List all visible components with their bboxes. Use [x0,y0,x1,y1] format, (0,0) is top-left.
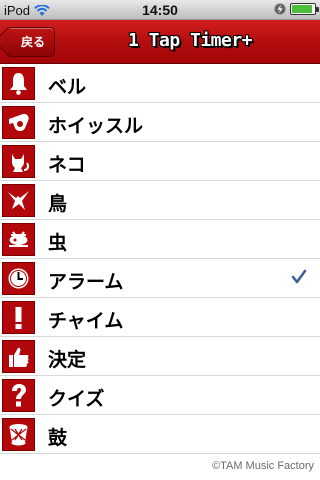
battery-icon [290,3,319,15]
bell-icon [2,67,35,100]
footer-credit: ©TAM Music Factory [211,460,314,472]
status-time: 14:50 [142,2,178,18]
list-item-label: チャイム [48,310,124,332]
list-item-label: 虫 [48,232,68,254]
list-item[interactable]: ベル [0,64,320,103]
list-item[interactable]: ネコ [0,142,320,181]
list-item[interactable]: 鼓 [0,415,320,454]
list-item[interactable]: ホイッスル [0,103,320,142]
whistle-icon [2,106,35,139]
question-icon [2,379,35,412]
list-item-label: 決定 [48,349,87,371]
battery-fill [292,5,312,13]
status-bar: iPod 14:50 [0,0,320,20]
back-button-label: 戻る [21,35,46,49]
list-item[interactable]: チャイム [0,298,320,337]
exclamation-icon [2,301,35,334]
list-item-label: 鼓 [48,427,68,449]
drum-icon [2,418,35,451]
list-item[interactable]: 決定 [0,337,320,376]
list-item[interactable]: 鳥 [0,181,320,220]
list-item-label: クイズ [48,388,105,410]
bird-icon [2,184,35,217]
list-item-label: アラーム [48,271,124,293]
sound-list: ベルホイッスルネコ鳥虫アラームチャイム決定クイズ鼓 [0,64,320,454]
back-button[interactable]: 戻る [6,27,56,57]
page-title: 1 Tap Timer+ [127,30,253,51]
list-item[interactable]: 虫 [0,220,320,259]
alarm-clock-icon [2,262,35,295]
charging-icon [274,3,286,15]
status-right [274,3,319,15]
thumbs-up-icon [2,340,35,373]
cat-icon [2,145,35,178]
list-item-label: ホイッスル [48,115,144,137]
checkmark-icon [291,269,307,284]
list-item-label: ネコ [48,154,86,176]
list-item-label: 鳥 [48,193,68,215]
list-item-label: ベル [48,76,87,98]
list-item[interactable]: アラーム [0,259,320,298]
navigation-bar: 戻る 1 Tap Timer+ [0,20,320,64]
list-item[interactable]: クイズ [0,376,320,415]
bug-icon [2,223,35,256]
